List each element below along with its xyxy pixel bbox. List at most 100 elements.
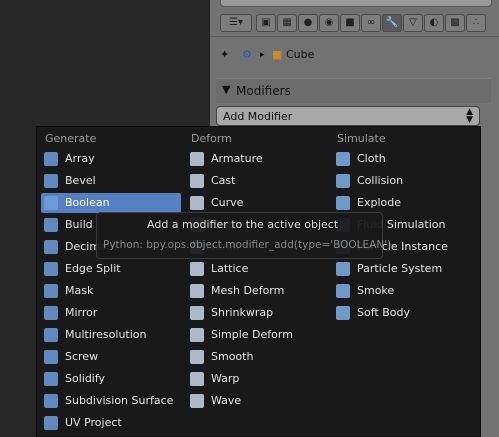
modifiers-panel-header[interactable]: ▼ Modifiers (216, 78, 491, 103)
menu-item-label: Array (65, 152, 95, 165)
menu-item-label: Wave (211, 394, 242, 407)
scene-icon[interactable]: ● (298, 14, 318, 32)
menu-item-mesh-deform[interactable]: Mesh Deform (187, 281, 327, 301)
tooltip: Add a modifier to the active object Pyth… (96, 212, 391, 259)
menu-item-subdivision-surface[interactable]: Subdivision Surface (41, 391, 181, 411)
menu-item-particle-system[interactable]: Particle System (333, 259, 473, 279)
menu-item-label: Collision (357, 174, 404, 187)
pin-icon[interactable]: ✦ (220, 48, 229, 61)
menu-item-edge-split[interactable]: Edge Split (41, 259, 181, 279)
menu-item-smoke[interactable]: Smoke (333, 281, 473, 301)
decimate-icon (44, 240, 58, 254)
menu-item-explode[interactable]: Explode (333, 193, 473, 213)
menu-item-label: Simple Deform (211, 328, 293, 341)
explode-icon (336, 196, 350, 210)
data-icon[interactable]: ▽ (403, 14, 423, 32)
menu-item-label: Multiresolution (65, 328, 147, 341)
add-modifier-button[interactable]: Add Modifier ▲ ▼ (216, 106, 480, 126)
modifiers-icon[interactable]: 🔧 (382, 14, 402, 32)
menu-item-lattice[interactable]: Lattice (187, 259, 327, 279)
curve-icon (190, 196, 204, 210)
smoke-icon (336, 284, 350, 298)
menu-item-bevel[interactable]: Bevel (41, 171, 181, 191)
add-modifier-label: Add Modifier (223, 110, 293, 123)
menu-item-smooth[interactable]: Smooth (187, 347, 327, 367)
menu-column-heading: Simulate (337, 132, 386, 145)
breadcrumb-object-name: Cube (286, 48, 315, 61)
menu-item-shrinkwrap[interactable]: Shrinkwrap (187, 303, 327, 323)
menu-item-simple-deform[interactable]: Simple Deform (187, 325, 327, 345)
add-modifier-menu: Generate Array Bevel Boolean Build Decimate Ed… (36, 126, 481, 437)
uv-project-icon (44, 416, 58, 430)
soft-body-icon (336, 306, 350, 320)
menu-item-mirror[interactable]: Mirror (41, 303, 181, 323)
menu-item-multiresolution[interactable]: Multiresolution (41, 325, 181, 345)
menu-item-label: Armature (211, 152, 263, 165)
menu-item-mask[interactable]: Mask (41, 281, 181, 301)
menu-item-solidify[interactable]: Solidify (41, 369, 181, 389)
menu-item-screw[interactable]: Screw (41, 347, 181, 367)
lattice-icon (190, 262, 204, 276)
material-icon[interactable]: ◐ (424, 14, 444, 32)
tooltip-title: Add a modifier to the active object (147, 218, 339, 231)
menu-item-array[interactable]: Array (41, 149, 181, 169)
menu-item-label: Smoke (357, 284, 395, 297)
up-down-arrows-icon: ▲ ▼ (466, 107, 473, 125)
editor-type-icon[interactable]: ☰▾ (220, 14, 252, 32)
menu-item-boolean[interactable]: Boolean (41, 193, 181, 213)
solidify-icon (44, 372, 58, 386)
menu-item-label: Mirror (65, 306, 98, 319)
wave-icon (190, 394, 204, 408)
shrinkwrap-icon (190, 306, 204, 320)
menu-item-label: Mask (65, 284, 94, 297)
particles-icon[interactable]: ∴ (466, 14, 486, 32)
menu-item-label: Subdivision Surface (65, 394, 174, 407)
menu-item-collision[interactable]: Collision (333, 171, 473, 191)
menu-item-label: Screw (65, 350, 99, 363)
smooth-icon (190, 350, 204, 364)
particle-system-icon (336, 262, 350, 276)
menu-item-label: Cast (211, 174, 236, 187)
constraints-icon[interactable]: ∞ (361, 14, 381, 32)
menu-item-label: Build (65, 218, 93, 231)
menu-item-curve[interactable]: Curve (187, 193, 327, 213)
menu-item-cloth[interactable]: Cloth (333, 149, 473, 169)
collapse-triangle-icon[interactable]: ▼ (222, 83, 230, 96)
menu-item-label: Particle System (357, 262, 443, 275)
screw-icon (44, 350, 58, 364)
object-data-icon: ⚙ (242, 48, 252, 61)
breadcrumb-arrow-icon: ▸ (260, 50, 265, 60)
world-icon[interactable]: ◉ (319, 14, 339, 32)
menu-item-label: Solidify (65, 372, 106, 385)
context-tab-bar: ☰▾ ▣ ▦ ● ◉ ■ ∞ 🔧 ▽ ◐ ▩ ∴ (210, 10, 499, 37)
texture-icon[interactable]: ▩ (445, 14, 465, 32)
menu-item-soft-body[interactable]: Soft Body (333, 303, 473, 323)
cloth-icon (336, 152, 350, 166)
menu-column-heading: Deform (191, 132, 232, 145)
object-icon[interactable]: ■ (340, 14, 360, 32)
menu-item-label: Bevel (65, 174, 96, 187)
boolean-icon (44, 196, 58, 210)
menu-column-heading: Generate (45, 132, 97, 145)
menu-item-armature[interactable]: Armature (187, 149, 327, 169)
menu-item-label: Edge Split (65, 262, 121, 275)
render-icon[interactable]: ▣ (256, 14, 276, 32)
menu-item-label: Soft Body (357, 306, 410, 319)
menu-item-cast[interactable]: Cast (187, 171, 327, 191)
menu-item-label: Explode (357, 196, 401, 209)
mesh-deform-icon (190, 284, 204, 298)
subdivision-surface-icon (44, 394, 58, 408)
menu-item-label: Boolean (65, 196, 110, 209)
menu-item-label: Curve (211, 196, 244, 209)
region-scroll-handle[interactable] (220, 0, 492, 7)
menu-item-label: Cloth (357, 152, 386, 165)
menu-item-uv-project[interactable]: UV Project (41, 413, 181, 433)
render-layers-icon[interactable]: ▦ (277, 14, 297, 32)
cube-icon: ■ (272, 48, 283, 61)
menu-item-warp[interactable]: Warp (187, 369, 327, 389)
collision-icon (336, 174, 350, 188)
menu-item-wave[interactable]: Wave (187, 391, 327, 411)
array-icon (44, 152, 58, 166)
menu-item-label: Smooth (211, 350, 254, 363)
cast-icon (190, 174, 204, 188)
